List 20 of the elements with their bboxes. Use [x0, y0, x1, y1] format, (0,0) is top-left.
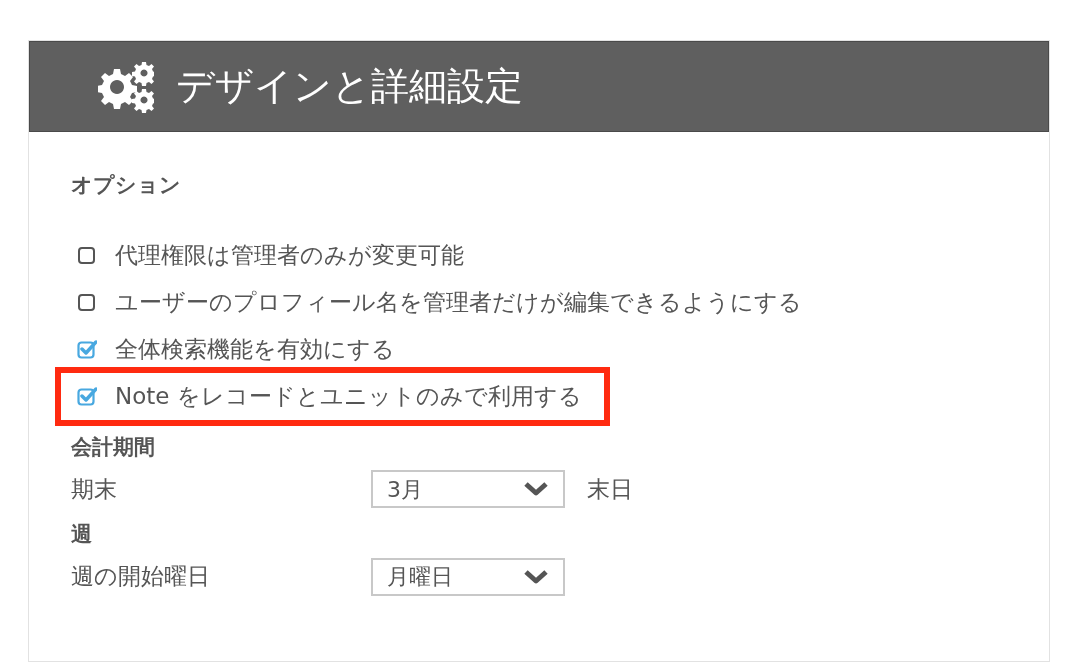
option-label: 代理権限は管理者のみが変更可能 [115, 240, 464, 270]
checkbox[interactable] [77, 292, 97, 312]
dropdown[interactable]: 月曜日 [371, 557, 565, 596]
chevron-down-icon [523, 481, 549, 497]
section-heading: 会計期間 [71, 433, 156, 461]
checkbox[interactable] [77, 386, 97, 406]
option-label: Note をレコードとユニットのみで利用する [115, 381, 582, 411]
option-label: ユーザーのプロフィール名を管理者だけが編集できるようにする [115, 287, 802, 317]
panel-title: デザインと詳細設定 [176, 63, 523, 110]
checkbox[interactable] [77, 245, 97, 265]
section-heading: オプション [71, 172, 182, 199]
gears-icon [98, 60, 154, 113]
suffix-text: 末日 [587, 474, 633, 504]
chevron-down-icon [523, 568, 549, 585]
dropdown[interactable]: 3月 [371, 470, 565, 508]
checkbox[interactable] [77, 339, 97, 359]
field-label: 週の開始曜日 [71, 562, 211, 592]
field-label: 期末 [71, 474, 118, 504]
option-label: 全体検索機能を有効にする [115, 334, 395, 364]
section-heading: 週 [71, 521, 93, 548]
